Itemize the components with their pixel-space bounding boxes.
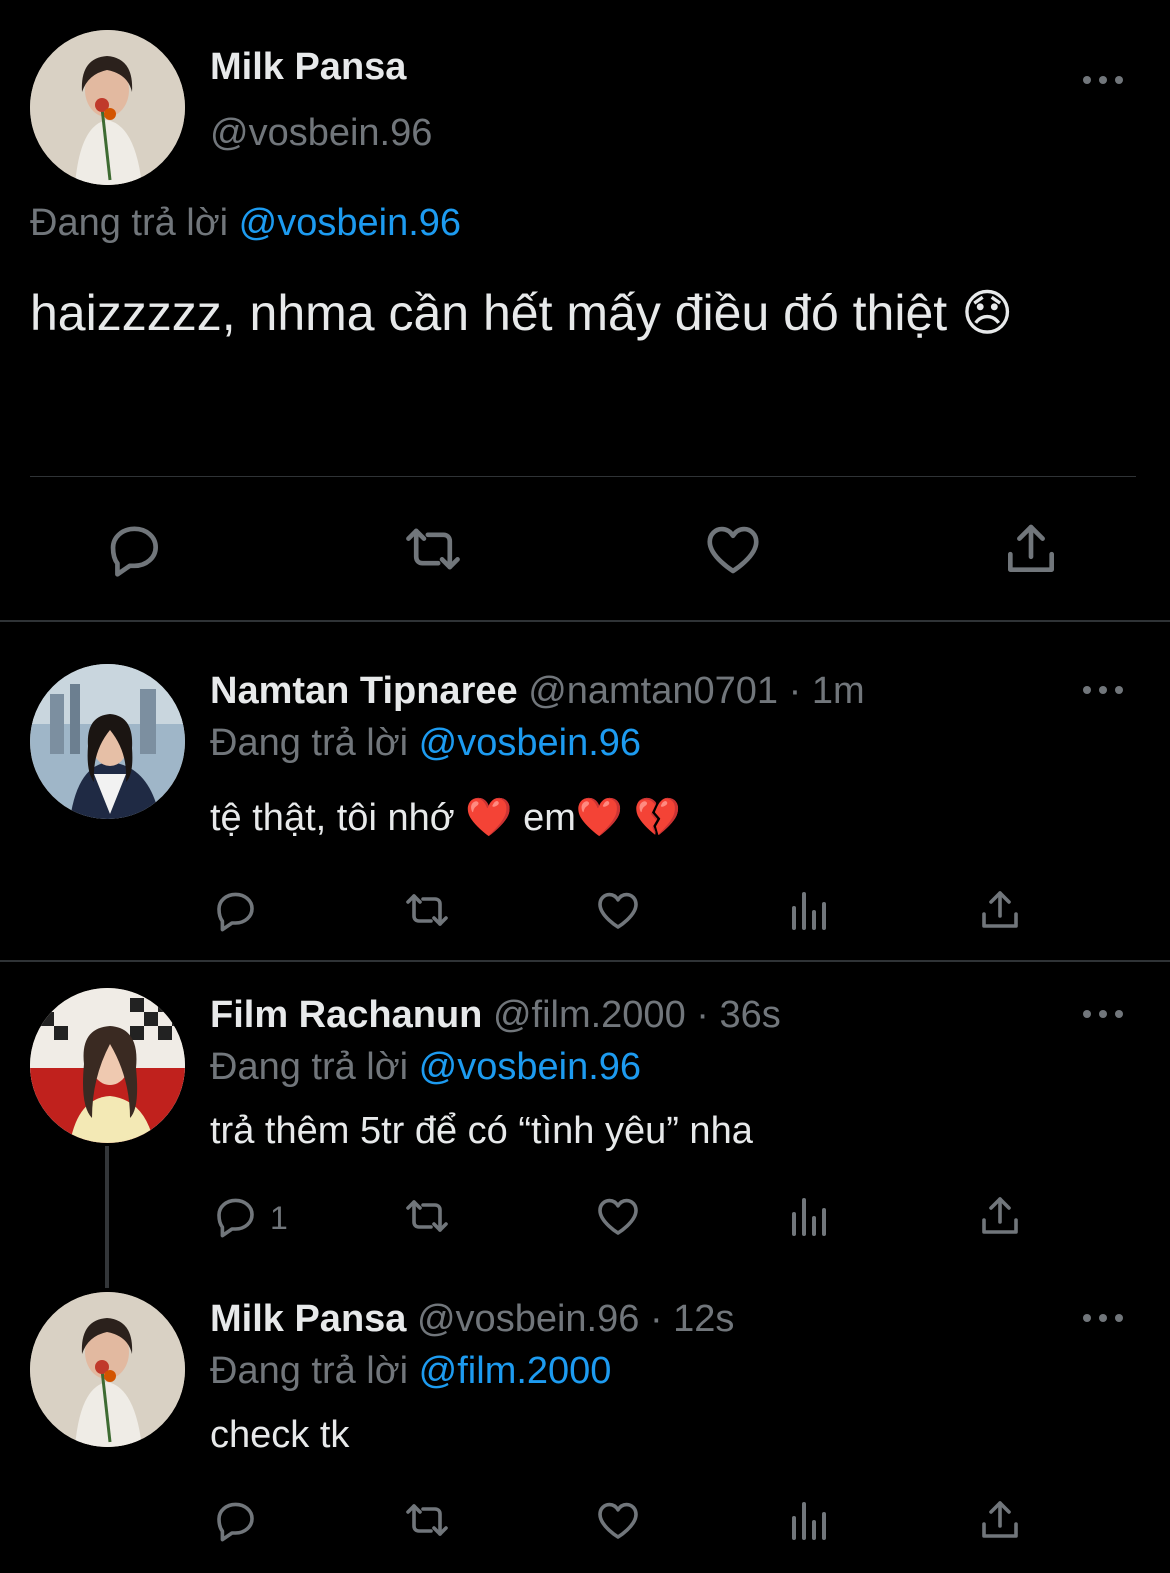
replying-to-line: Đang trả lời @vosbein.96 xyxy=(210,722,641,765)
timestamp[interactable]: 1m xyxy=(812,670,865,712)
replying-prefix: Đang trả lời xyxy=(210,1350,409,1392)
section-divider xyxy=(0,960,1170,962)
reply-icon[interactable] xyxy=(104,518,166,580)
retweet-icon[interactable] xyxy=(400,518,466,580)
section-divider xyxy=(0,620,1170,622)
more-options-icon[interactable] xyxy=(1083,1004,1123,1024)
more-options-icon[interactable] xyxy=(1083,1308,1123,1328)
avatar[interactable] xyxy=(30,30,185,185)
like-icon[interactable] xyxy=(594,1496,642,1544)
woman-with-flower-avatar-icon xyxy=(30,1292,185,1447)
analytics-icon[interactable] xyxy=(786,1496,834,1544)
tweet-text: haizzzzz, nhma cần hết mấy điều đó thiệt… xyxy=(30,284,1013,342)
reply-icon[interactable] xyxy=(212,1496,260,1544)
replying-prefix: Đang trả lời xyxy=(30,202,229,244)
like-icon[interactable] xyxy=(594,886,642,934)
red-heart-emoji: ❤️ xyxy=(575,797,624,839)
replying-to-line: Đang trả lời @vosbein.96 xyxy=(30,202,461,245)
replying-to-line: Đang trả lời @film.2000 xyxy=(210,1350,611,1393)
replying-to-link[interactable]: @vosbein.96 xyxy=(419,722,641,764)
share-icon[interactable] xyxy=(976,1192,1024,1240)
author-name[interactable]: Film Rachanun xyxy=(210,994,482,1036)
author-handle[interactable]: @namtan0701 xyxy=(528,670,778,712)
tweet-body-part: em xyxy=(512,797,576,839)
separator-dot: · xyxy=(788,670,802,712)
tweet-text: tệ thật, tôi nhớ ❤️ em❤️ 💔 xyxy=(210,796,681,840)
divider xyxy=(30,476,1136,477)
author-name[interactable]: Namtan Tipnaree xyxy=(210,670,518,712)
replying-prefix: Đang trả lời xyxy=(210,722,409,764)
more-options-icon[interactable] xyxy=(1083,680,1123,700)
woman-checkered-wall-avatar-icon xyxy=(30,988,185,1143)
reply-header: Film Rachanun @film.2000 · 36s xyxy=(210,994,781,1037)
more-options-icon[interactable] xyxy=(1083,70,1123,90)
tweet-body-part: tệ thật, tôi nhớ xyxy=(210,797,466,839)
separator-dot: · xyxy=(696,994,709,1036)
tweet-text: check tk xyxy=(210,1414,350,1456)
reply-icon[interactable] xyxy=(212,886,260,934)
replying-to-line: Đang trả lời @vosbein.96 xyxy=(210,1046,641,1089)
timestamp[interactable]: 36s xyxy=(719,994,780,1036)
avatar[interactable] xyxy=(30,1292,185,1447)
author-name[interactable]: Milk Pansa xyxy=(210,1298,406,1340)
author-handle[interactable]: @film.2000 xyxy=(493,994,686,1036)
replying-to-link[interactable]: @vosbein.96 xyxy=(419,1046,641,1088)
retweet-icon[interactable] xyxy=(400,1496,454,1544)
author-handle[interactable]: @vosbein.96 xyxy=(417,1298,639,1340)
like-icon[interactable] xyxy=(594,1192,642,1240)
tweet-text: trả thêm 5tr để có “tình yêu” nha xyxy=(210,1110,753,1152)
separator-dot: · xyxy=(649,1298,663,1340)
avatar[interactable] xyxy=(30,988,185,1143)
timestamp[interactable]: 12s xyxy=(673,1298,734,1340)
share-icon[interactable] xyxy=(1000,518,1062,580)
share-icon[interactable] xyxy=(976,886,1024,934)
replying-to-link[interactable]: @vosbein.96 xyxy=(239,202,461,244)
avatar[interactable] xyxy=(30,664,185,819)
like-icon[interactable] xyxy=(702,518,764,580)
reply-icon[interactable] xyxy=(212,1192,260,1240)
reply-header: Milk Pansa @vosbein.96 · 12s xyxy=(210,1298,734,1341)
share-icon[interactable] xyxy=(976,1496,1024,1544)
reply-count: 1 xyxy=(270,1200,288,1236)
reply-header: Namtan Tipnaree @namtan0701 · 1m xyxy=(210,670,865,713)
tweet-body: haizzzzz, nhma cần hết mấy điều đó thiệt xyxy=(30,285,948,341)
analytics-icon[interactable] xyxy=(786,1192,834,1240)
woman-city-window-avatar-icon xyxy=(30,664,185,819)
woman-with-flower-avatar-icon xyxy=(30,30,185,185)
broken-heart-emoji: 💔 xyxy=(633,797,682,839)
replying-to-link[interactable]: @film.2000 xyxy=(419,1350,612,1392)
retweet-icon[interactable] xyxy=(400,886,454,934)
retweet-icon[interactable] xyxy=(400,1192,454,1240)
red-heart-emoji: ❤️ xyxy=(465,797,513,839)
author-name[interactable]: Milk Pansa xyxy=(210,46,406,89)
disappointed-face-emoji: 😞 xyxy=(961,285,1014,341)
author-handle[interactable]: @vosbein.96 xyxy=(210,112,432,155)
thread-connector-line xyxy=(105,1146,109,1288)
analytics-icon[interactable] xyxy=(786,886,834,934)
replying-prefix: Đang trả lời xyxy=(210,1046,409,1088)
